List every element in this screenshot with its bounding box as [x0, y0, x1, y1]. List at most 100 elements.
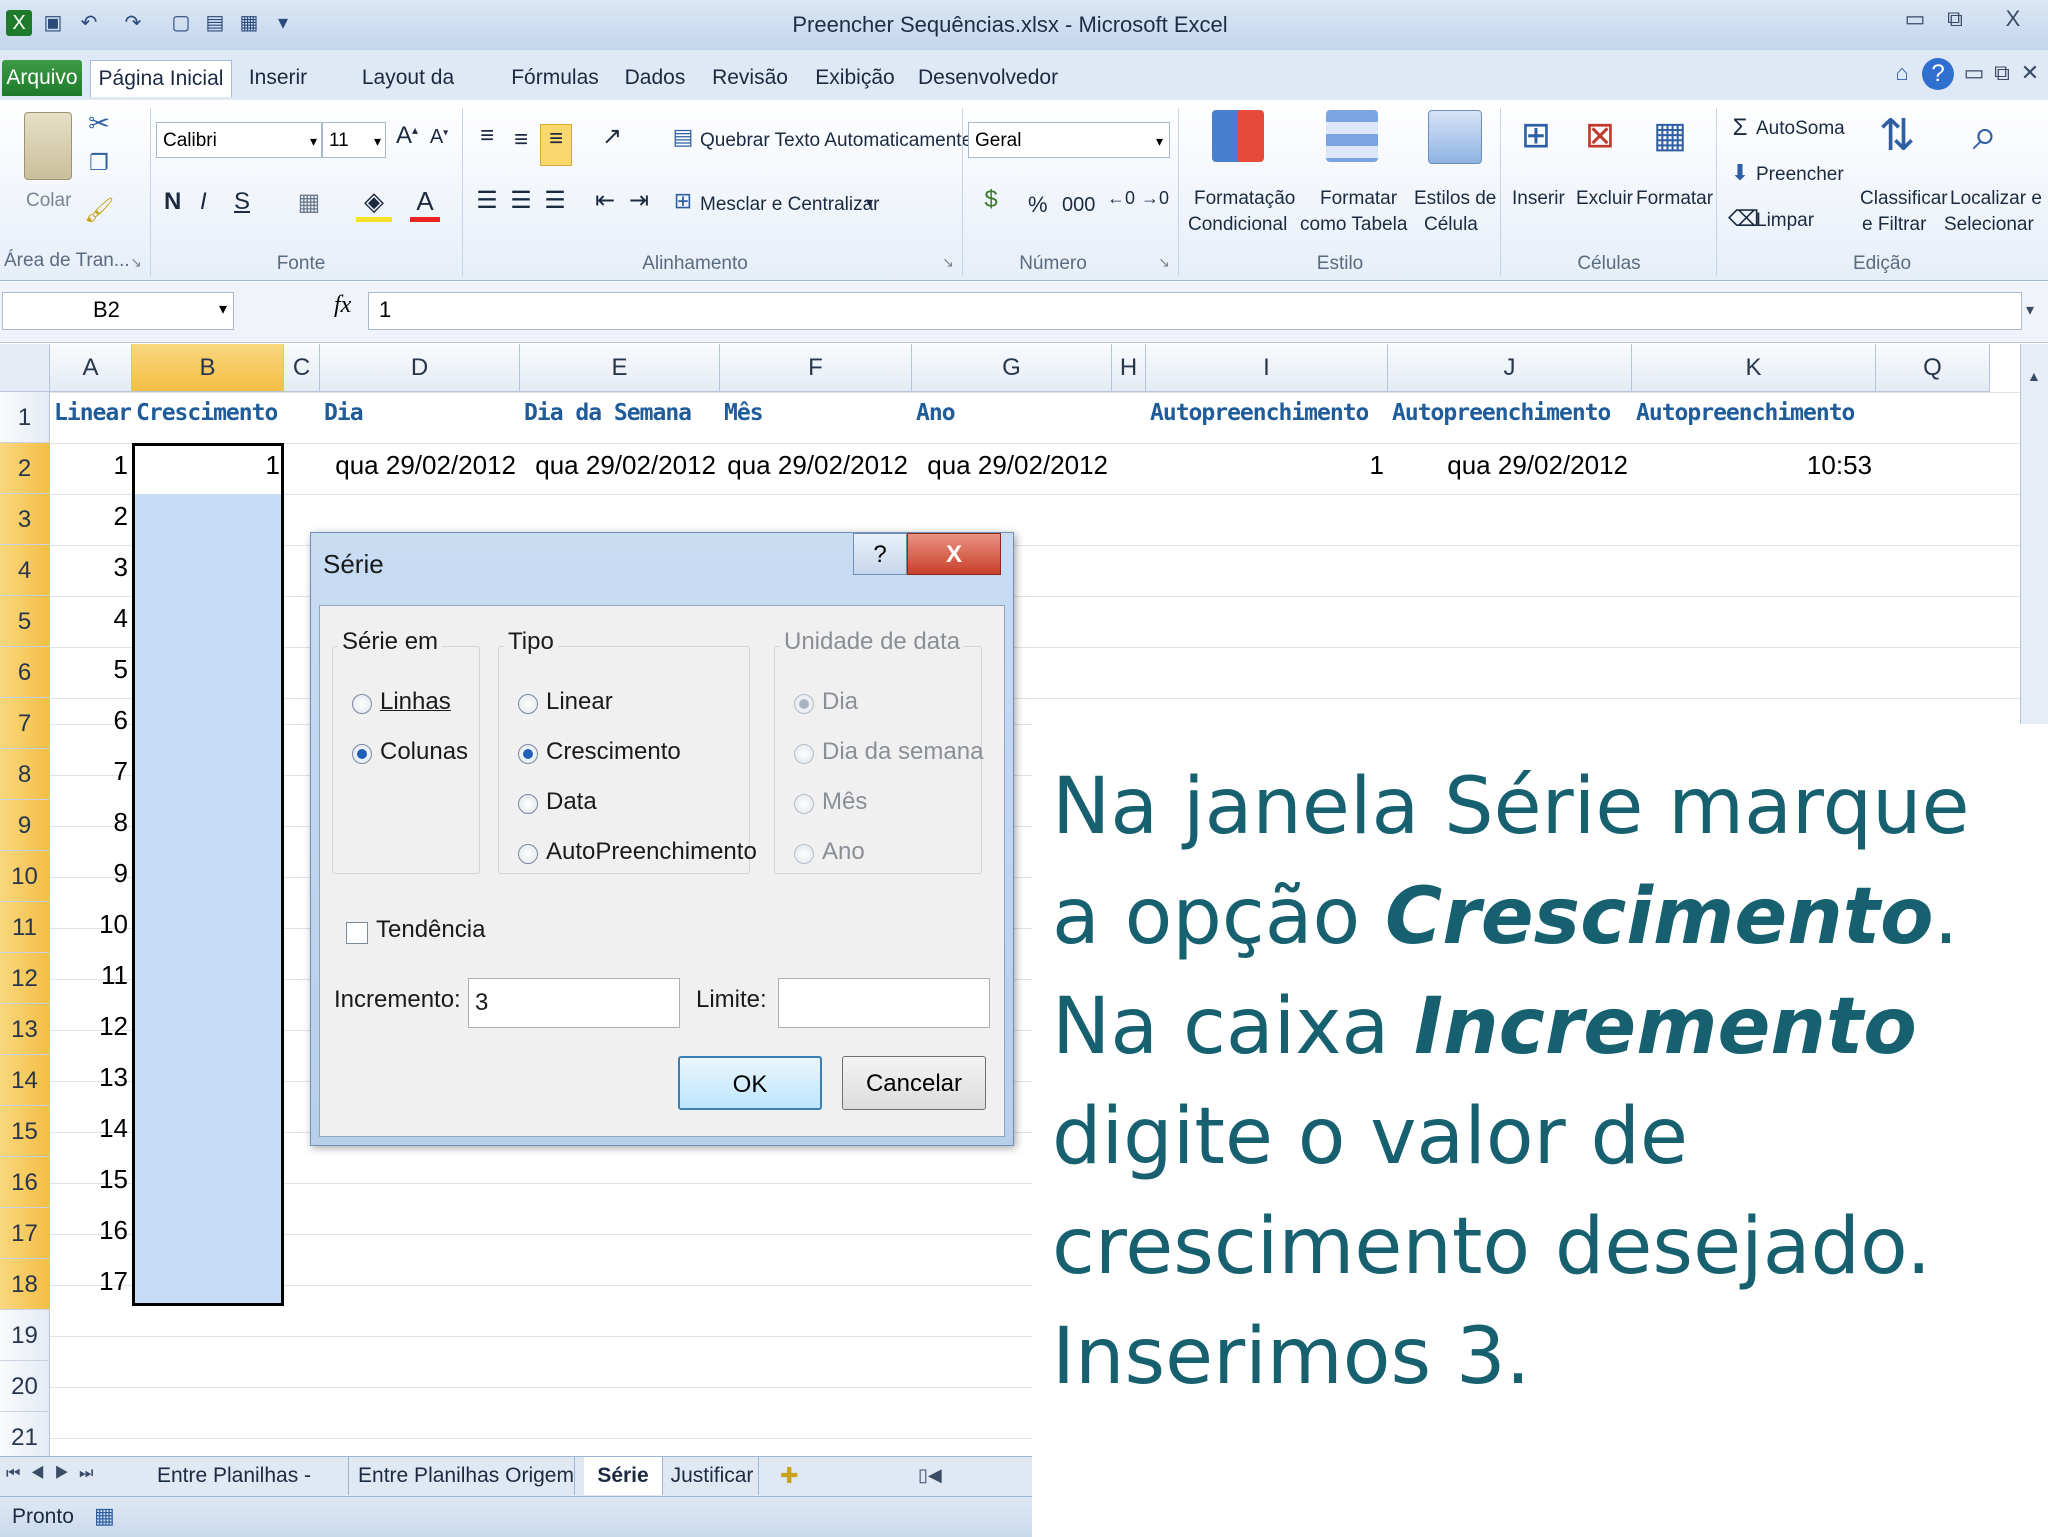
find-select-label-1[interactable]: Localizar e [1950, 188, 2042, 210]
formula-input[interactable]: 1 [368, 292, 2022, 330]
cell-a-value[interactable]: 4 [50, 603, 128, 634]
fill-button[interactable]: Preencher [1756, 164, 1844, 186]
column-header-k[interactable]: K [1632, 344, 1876, 392]
sort-filter-label-1[interactable]: Classificar [1860, 188, 1948, 210]
percent-button[interactable]: % [1028, 192, 1048, 218]
tab-exibicao[interactable]: Exibição [810, 60, 900, 96]
cell-j1[interactable]: Autopreenchimento [1392, 400, 1610, 426]
radio-crescimento[interactable] [518, 744, 538, 764]
horizontal-scroll-icon[interactable]: ▯◀ [918, 1465, 942, 1486]
new-sheet-icon[interactable]: ✚ [780, 1463, 798, 1489]
autosum-button[interactable]: AutoSoma [1756, 118, 1845, 140]
column-header-i[interactable]: I [1146, 344, 1388, 392]
font-size-box[interactable]: 11 ▾ [322, 122, 386, 158]
vertical-scrollbar[interactable]: ▲ [2020, 344, 2048, 724]
accounting-format-icon[interactable]: $ [974, 186, 1008, 214]
merge-center-button[interactable]: Mesclar e Centralizar [700, 194, 880, 216]
format-painter-icon[interactable]: 🖌 [84, 196, 114, 225]
cell-a-value[interactable]: 14 [50, 1113, 128, 1144]
wrap-text-button[interactable]: Quebrar Texto Automaticamente [700, 130, 972, 152]
cell-e1[interactable]: Dia da Semana [524, 400, 691, 426]
cell-a-value[interactable]: 11 [50, 960, 128, 991]
tab-formulas[interactable]: Fórmulas [500, 60, 610, 96]
thousands-button[interactable]: 000 [1062, 194, 1095, 217]
option-crescimento[interactable]: Crescimento [546, 738, 681, 766]
dialog-launcher-icon[interactable]: ↘ [940, 254, 956, 271]
conditional-format-label-2[interactable]: Condicional [1188, 214, 1287, 236]
radio-colunas[interactable] [352, 744, 372, 764]
fill-color-icon[interactable]: ◈ [356, 186, 392, 222]
align-center-icon[interactable]: ☰ [506, 186, 536, 215]
trend-checkbox[interactable] [346, 922, 368, 944]
format-table-label-2[interactable]: como Tabela [1300, 214, 1407, 236]
increase-indent-icon[interactable]: ⇥ [624, 186, 654, 215]
insert-cells-button[interactable]: Inserir [1512, 188, 1565, 210]
font-color-icon[interactable]: A [410, 186, 440, 222]
column-header-d[interactable]: D [320, 344, 520, 392]
radio-linhas[interactable] [352, 694, 372, 714]
row-header[interactable]: 20 [0, 1361, 50, 1412]
align-left-icon[interactable]: ☰ [472, 186, 502, 215]
cell-a-value[interactable]: 7 [50, 756, 128, 787]
restore-button[interactable]: ⧉ [1932, 4, 1978, 34]
grow-font-icon[interactable]: A▴ [392, 122, 422, 150]
sheet-tab-destino[interactable]: Entre Planilhas - Destino [120, 1457, 349, 1525]
column-header-j[interactable]: J [1388, 344, 1632, 392]
row-header[interactable]: 5 [0, 596, 50, 647]
copy-icon[interactable]: ❐ [84, 150, 114, 176]
cell-a-value[interactable]: 13 [50, 1062, 128, 1093]
cell-g2[interactable]: qua 29/02/2012 [912, 450, 1108, 481]
tab-revisao[interactable]: Revisão [710, 60, 790, 96]
dialog-launcher-icon[interactable]: ↘ [128, 254, 144, 271]
cell-i2[interactable]: 1 [1146, 450, 1384, 481]
row-header[interactable]: 12 [0, 953, 50, 1004]
cancel-button[interactable]: Cancelar [842, 1056, 986, 1110]
conditional-format-label-1[interactable]: Formatação [1194, 188, 1295, 210]
option-linear[interactable]: Linear [546, 688, 613, 716]
paste-button[interactable]: Colar [26, 190, 71, 212]
cell-f2[interactable]: qua 29/02/2012 [720, 450, 908, 481]
row-header[interactable]: 19 [0, 1310, 50, 1361]
minimize-ribbon-icon[interactable]: ⌂ [1890, 60, 1914, 86]
cell-b2[interactable]: 1 [132, 450, 280, 481]
row-header[interactable]: 9 [0, 800, 50, 851]
radio-autopreenchimento[interactable] [518, 844, 538, 864]
font-name-box[interactable]: Calibri ▾ [156, 122, 322, 158]
cell-d1[interactable]: Dia [324, 400, 363, 426]
cell-a-value[interactable]: 3 [50, 552, 128, 583]
row-header[interactable]: 8 [0, 749, 50, 800]
new-file-icon[interactable]: ▢ [168, 10, 194, 36]
option-linhas[interactable]: Linhas [380, 688, 451, 716]
tab-inserir[interactable]: Inserir [238, 60, 318, 96]
column-header-q[interactable]: Q [1876, 344, 1990, 392]
increase-decimal-icon[interactable]: ←0 [1106, 188, 1136, 209]
decrease-decimal-icon[interactable]: →0 [1140, 188, 1170, 209]
radio-linear[interactable] [518, 694, 538, 714]
format-cells-button[interactable]: Formatar [1636, 188, 1713, 210]
row-header[interactable]: 4 [0, 545, 50, 596]
paste-icon[interactable] [24, 112, 72, 180]
cell-a-value[interactable]: 16 [50, 1215, 128, 1246]
cell-a-value[interactable]: 5 [50, 654, 128, 685]
workbook-close-icon[interactable]: ✕ [2018, 60, 2042, 86]
clear-button[interactable]: Limpar [1756, 210, 1814, 232]
column-header-h[interactable]: H [1112, 344, 1146, 392]
selected-range[interactable] [132, 443, 284, 1306]
row-header[interactable]: 3 [0, 494, 50, 545]
find-select-label-2[interactable]: Selecionar [1944, 214, 2034, 236]
cell-styles-label-2[interactable]: Célula [1424, 214, 1478, 236]
column-header-f[interactable]: F [720, 344, 912, 392]
format-table-label-1[interactable]: Formatar [1320, 188, 1397, 210]
sheet-tab-justificar[interactable]: Justificar [666, 1457, 759, 1495]
cell-a1[interactable]: Linear [54, 400, 131, 426]
workbook-minimize-icon[interactable]: ▭ [1962, 60, 1986, 86]
column-header-g[interactable]: G [912, 344, 1112, 392]
decrease-indent-icon[interactable]: ⇤ [590, 186, 620, 215]
dialog-close-button[interactable]: X [907, 533, 1001, 575]
row-header[interactable]: 2 [0, 443, 50, 494]
column-header-a[interactable]: A [50, 344, 132, 392]
row-header[interactable]: 16 [0, 1157, 50, 1208]
dialog-launcher-icon[interactable]: ↘ [1156, 254, 1172, 271]
cut-icon[interactable]: ✂ [84, 108, 114, 139]
delete-cells-button[interactable]: Excluir [1576, 188, 1633, 210]
